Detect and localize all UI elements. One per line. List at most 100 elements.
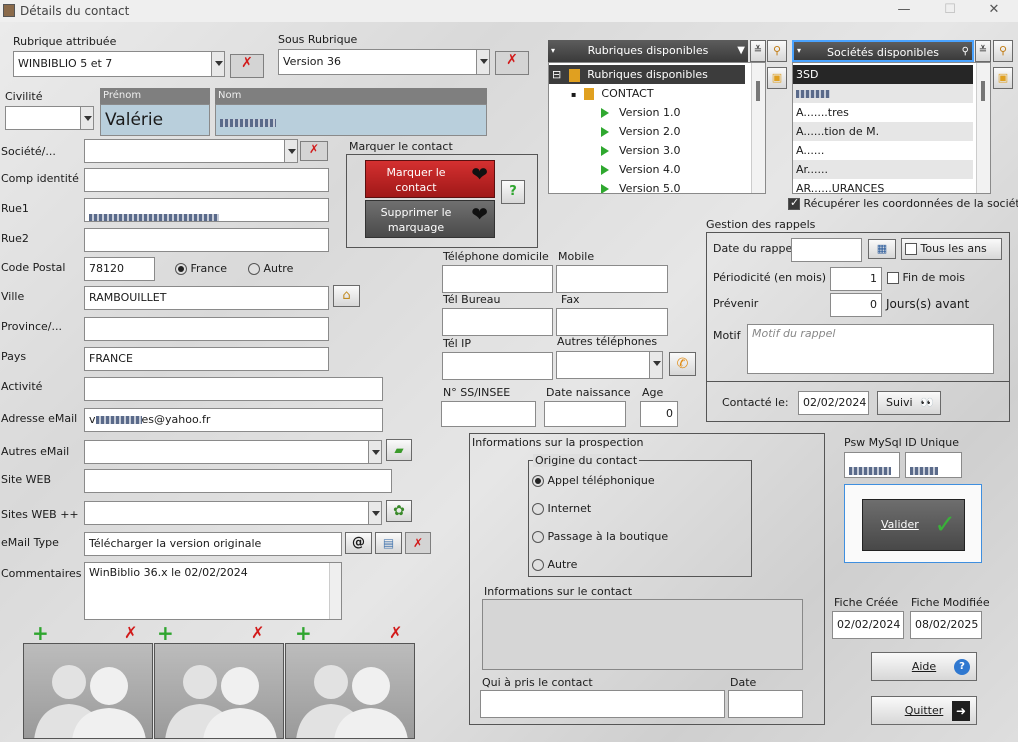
suivi-button[interactable]: Suivi 👀 [877,391,941,415]
rubrique-select[interactable]: WINBIBLIO 5 et 7 [13,51,225,77]
sites-web-select[interactable] [84,501,382,525]
remove-photo-2-icon[interactable]: ✗ [251,623,264,642]
tree-root[interactable]: ⊟ Rubriques disponibles [549,65,745,84]
info-contact-textarea[interactable] [482,599,803,670]
societes-side-button[interactable]: ▣ [993,67,1013,89]
chevron-down-icon[interactable] [284,140,297,162]
fax-input[interactable] [556,308,668,336]
province-input[interactable] [84,317,329,341]
pays-input[interactable]: FRANCE [84,347,329,371]
id-unique-input[interactable] [905,452,962,478]
commentaires-textarea[interactable]: WinBiblio 36.x le 02/02/2024 [84,562,342,620]
scroll-thumb[interactable] [756,81,760,101]
contacte-le-input[interactable]: 02/02/2024 [798,391,869,415]
comp-identite-input[interactable] [84,168,329,192]
list-item[interactable] [793,84,973,103]
tree-item[interactable]: Version 3.0 [549,141,680,160]
photo-slot-3[interactable] [285,643,415,739]
scrollbar[interactable] [751,63,765,193]
rue2-input[interactable] [84,228,329,252]
origine-option-4[interactable]: Autre [532,558,577,571]
periodicite-input[interactable]: 1 [830,267,882,291]
clear-societe-button[interactable]: ✗ [300,141,328,161]
nom-field[interactable] [215,104,487,136]
add-photo-1-icon[interactable]: + [32,621,49,645]
tree-item[interactable]: Version 2.0 [549,122,680,141]
site-web-input[interactable] [84,469,392,493]
date-naissance-input[interactable] [544,401,626,427]
mark-contact-button[interactable]: Marquer le contact ❤ [365,160,495,198]
list-item[interactable]: A...... [793,141,973,160]
at-sign-icon-button[interactable]: @ [345,532,372,554]
list-item[interactable]: A......tion de M. [793,122,973,141]
list-item[interactable]: Ar...... [793,160,973,179]
clear-email-type-button[interactable]: ✗ [405,532,431,554]
tree-item[interactable]: Version 5.0 [549,179,680,193]
tree-item[interactable]: Version 4.0 [549,160,680,179]
origine-option-3[interactable]: Passage à la boutique [532,530,668,543]
remove-photo-1-icon[interactable]: ✗ [124,623,137,642]
phone-icon-button[interactable]: ✆ [669,352,696,376]
scroll-thumb[interactable] [981,81,985,101]
fiche-creee-input[interactable]: 02/02/2024 [832,611,904,639]
add-photo-3-icon[interactable]: + [295,621,312,645]
email-input[interactable]: v es@yahoo.fr [84,408,383,432]
tree-node-contact[interactable]: ▪ CONTACT [549,84,654,103]
societe-select[interactable] [84,139,298,163]
ss-input[interactable] [441,401,536,427]
age-input[interactable]: 0 [640,401,678,427]
tree-item[interactable]: Version 1.0 [549,103,680,122]
rubriques-tree[interactable]: ⊟ Rubriques disponibles ▪ CONTACT Versio… [548,62,766,194]
clear-sous-rubrique-button[interactable]: ✗ [495,51,529,75]
maximize-button[interactable]: ☐ [928,2,972,20]
rubriques-side-button[interactable]: ▣ [767,67,787,89]
globe-icon-button[interactable]: ✿ [386,500,412,522]
tel-bureau-input[interactable] [442,308,553,336]
collapse-societes-button[interactable]: ≚ [975,40,991,62]
chevron-down-icon[interactable] [80,107,93,129]
civilite-select[interactable] [5,106,94,130]
chevron-down-icon[interactable] [649,352,662,378]
photo-slot-1[interactable] [23,643,153,739]
origine-option-1[interactable]: Appel téléphonique [532,474,655,487]
prenom-field[interactable]: Valérie [100,104,210,136]
email-add-icon-button[interactable]: ▰ [386,439,412,461]
qui-input[interactable] [480,690,725,718]
origine-option-2[interactable]: Internet [532,502,591,515]
france-radio[interactable]: France [175,262,227,275]
fiche-modifiee-input[interactable]: 08/02/2025 [910,611,982,639]
societes-tool-button[interactable]: ⚲ [993,40,1013,62]
photo-slot-2[interactable] [154,643,284,739]
tel-domicile-input[interactable] [442,265,553,293]
rubriques-panel-header[interactable]: ▾ Rubriques disponibles ▼ [548,40,748,62]
close-button[interactable]: ✕ [972,2,1016,20]
rubriques-tool-button[interactable]: ⚲ [767,40,787,62]
motif-textarea[interactable]: Motif du rappel [747,324,994,374]
chevron-down-icon[interactable] [368,441,381,463]
societes-list[interactable]: 3SD A.......tres A......tion de M. A....… [792,62,991,194]
code-postal-input[interactable]: 78120 [84,257,155,281]
rue1-input[interactable] [84,198,329,222]
date-rappel-input[interactable] [791,238,862,262]
quitter-button[interactable]: Quitter ➜ [871,696,977,725]
calendar-icon-button[interactable]: ▦ [868,239,896,259]
fin-de-mois-checkbox[interactable]: Fin de mois [887,271,965,284]
mobile-input[interactable] [556,265,668,293]
minimize-button[interactable]: — [882,2,926,20]
scrollbar[interactable] [976,63,990,193]
valider-button[interactable]: Valider ✓ [862,499,965,551]
scrollbar[interactable] [329,563,341,619]
activite-input[interactable] [84,377,383,401]
autres-email-select[interactable] [84,440,382,464]
ville-input[interactable]: RAMBOUILLET [84,286,329,310]
recuperer-checkbox[interactable]: Récupérer les coordonnées de la société [788,196,1018,210]
collapse-rubriques-button[interactable]: ≚ [750,40,766,62]
autre-radio[interactable]: Autre [248,262,293,275]
add-photo-2-icon[interactable]: + [157,621,174,645]
autres-tel-select[interactable] [556,351,663,379]
aide-button[interactable]: Aide ? [871,652,977,681]
clear-rubrique-button[interactable]: ✗ [230,54,264,78]
tel-ip-input[interactable] [442,352,553,380]
psw-input[interactable] [844,452,900,478]
prevenir-input[interactable]: 0 [830,293,882,317]
